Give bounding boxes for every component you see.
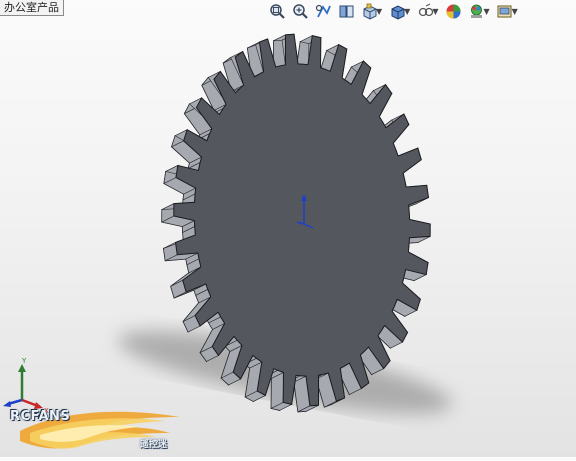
edit-appearance-icon	[446, 4, 461, 18]
heads-up-view-toolbar: ▼ ▼ ▼ ▼ ▼	[266, 1, 521, 21]
zoom-to-fit-button[interactable]	[266, 1, 288, 21]
graphics-viewport[interactable]	[0, 0, 576, 457]
triad-y-arrow	[18, 364, 26, 372]
edit-appearance-button[interactable]	[442, 1, 464, 21]
hide-show-items-dropdown-icon[interactable]: ▼	[432, 7, 438, 16]
apply-scene-icon	[470, 4, 482, 18]
triad-y-label: Y	[21, 357, 27, 365]
zoom-area-button[interactable]	[289, 1, 311, 21]
display-style-dropdown-icon[interactable]: ▼	[404, 7, 410, 16]
view-orientation-icon	[363, 3, 376, 20]
section-view-icon	[339, 5, 353, 17]
zoom-to-fit-icon	[269, 3, 285, 19]
hide-show-items-icon	[418, 3, 433, 16]
watermark-brand: RCFANS	[10, 409, 71, 424]
previous-view-icon	[315, 4, 331, 17]
view-settings-dropdown-icon[interactable]: ▼	[512, 7, 518, 16]
zoom-area-icon	[292, 3, 308, 19]
apply-scene-dropdown-icon[interactable]: ▼	[483, 7, 489, 16]
view-orientation-dropdown-icon[interactable]: ▼	[376, 7, 382, 16]
gear-scene	[118, 33, 452, 414]
previous-view-button[interactable]	[312, 1, 334, 21]
watermark-subtitle: 遥控迷	[140, 440, 168, 450]
display-style-icon	[391, 4, 405, 20]
view-settings-icon	[497, 5, 512, 17]
document-tab[interactable]: 办公室产品	[0, 0, 64, 16]
section-view-button[interactable]	[335, 1, 357, 21]
